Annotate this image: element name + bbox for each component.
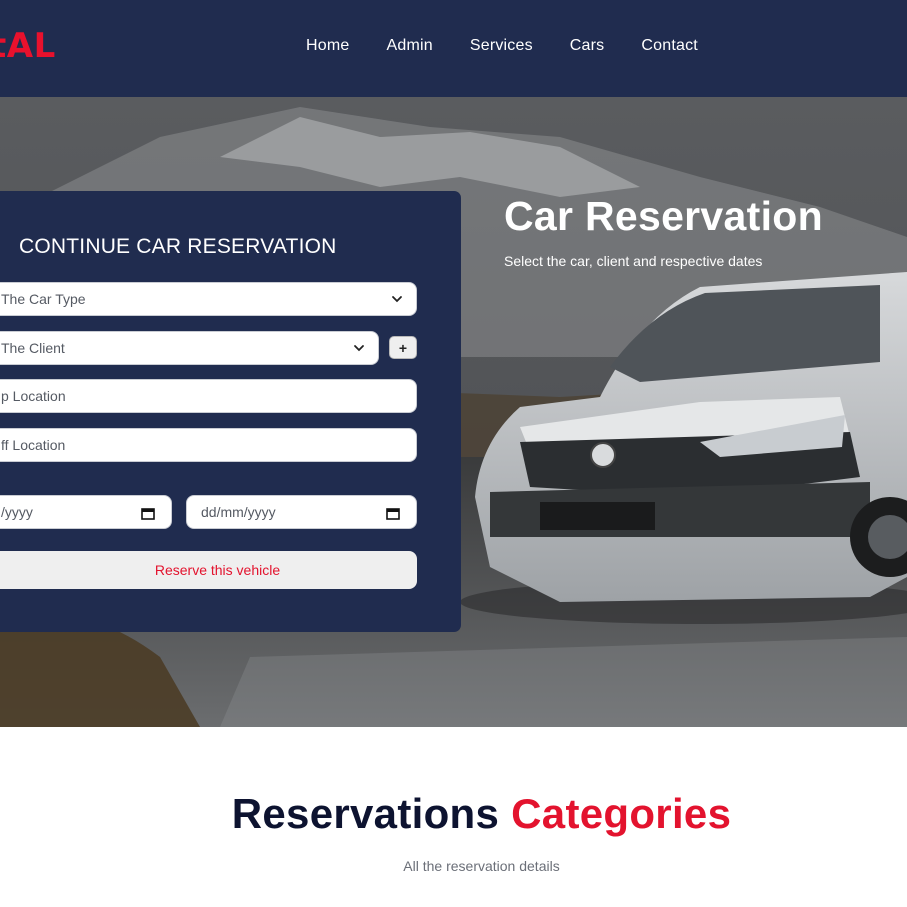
navbar: tAL Home Admin Services Cars Contact — [0, 0, 907, 97]
section-subtitle: All the reservation details — [403, 858, 560, 874]
pickup-location-input[interactable]: p Location — [0, 379, 417, 413]
nav-home-link[interactable]: Home — [306, 37, 349, 55]
add-client-button[interactable]: + — [389, 336, 417, 359]
pickup-date-placeholder: /yyyy — [1, 504, 33, 520]
dropoff-location-placeholder: ff Location — [1, 437, 66, 453]
dropoff-location-input[interactable]: ff Location — [0, 428, 417, 462]
client-select[interactable]: The Client — [0, 331, 379, 365]
chevron-down-icon — [354, 345, 364, 352]
calendar-icon — [386, 508, 400, 520]
nav-services-link[interactable]: Services — [470, 37, 533, 55]
pickup-date-input[interactable]: /yyyy — [0, 495, 172, 529]
reserve-vehicle-button[interactable]: Reserve this vehicle — [0, 551, 417, 589]
form-title: CONTINUE CAR RESERVATION — [19, 235, 337, 258]
hero-title: Car Reservation — [504, 193, 823, 239]
client-select-value: The Client — [1, 340, 65, 356]
calendar-icon — [141, 508, 155, 520]
section-title-accent: Categories — [511, 790, 732, 837]
dropoff-date-placeholder: dd/mm/yyyy — [201, 504, 276, 520]
hero-subtitle: Select the car, client and respective da… — [504, 253, 763, 269]
pickup-location-placeholder: p Location — [1, 388, 66, 404]
dropoff-date-input[interactable]: dd/mm/yyyy — [186, 495, 417, 529]
section-title: Reservations Categories — [0, 790, 907, 838]
chevron-down-icon — [392, 296, 402, 303]
nav-cars-link[interactable]: Cars — [570, 37, 605, 55]
page: tAL Home Admin Services Cars Contact — [0, 0, 907, 907]
car-type-select-value: The Car Type — [1, 291, 86, 307]
brand-logo[interactable]: tAL — [0, 26, 56, 66]
section-title-main: Reservations — [231, 790, 500, 837]
nav-contact-link[interactable]: Contact — [641, 37, 698, 55]
nav-admin-link[interactable]: Admin — [386, 37, 432, 55]
main-nav: Home Admin Services Cars Contact — [306, 37, 735, 55]
car-type-select[interactable]: The Car Type — [0, 282, 417, 316]
